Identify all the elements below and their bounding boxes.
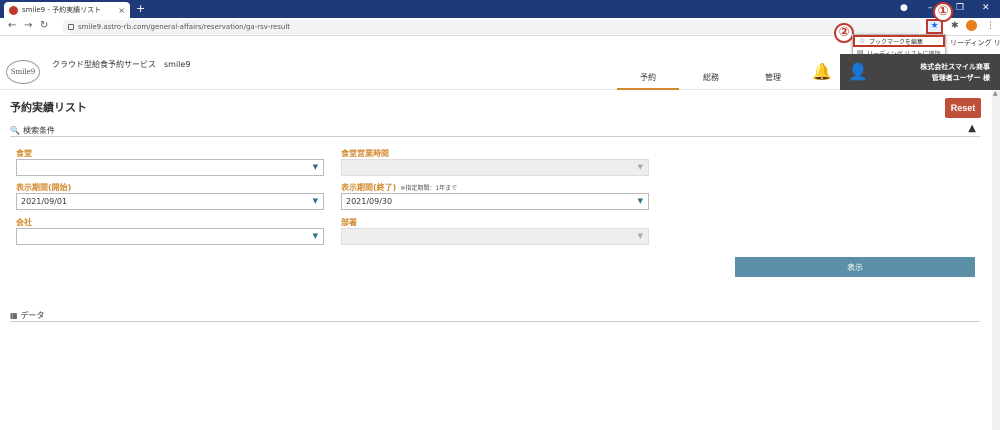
- reading-list-button[interactable]: リーディング リスト: [950, 38, 1000, 48]
- page-scrollbar[interactable]: [992, 90, 1000, 430]
- data-section-title: データ: [20, 311, 45, 320]
- lock-icon: [68, 24, 74, 30]
- reset-button[interactable]: Reset: [945, 98, 981, 118]
- hours-label: 食堂営業時間: [341, 149, 389, 158]
- window-close-icon[interactable]: ✕: [982, 3, 990, 13]
- user-company: 株式会社スマイル商事: [920, 63, 990, 71]
- reload-icon[interactable]: ↻: [40, 20, 48, 31]
- star-outline-icon: ☆: [859, 37, 866, 45]
- bell-icon[interactable]: 🔔: [812, 62, 832, 81]
- chevron-down-icon: ▼: [637, 197, 643, 205]
- browser-tab[interactable]: smile9 - 予約実績リスト ×: [4, 2, 130, 18]
- end-date-label-text: 表示期間(終了): [341, 183, 397, 192]
- department-select[interactable]: ▼: [341, 228, 649, 245]
- tab-title: smile9 - 予約実績リスト: [22, 6, 102, 14]
- show-button[interactable]: 表示: [735, 257, 975, 277]
- data-section-header: ▦ データ: [10, 310, 980, 322]
- page-title: 予約実績リスト: [10, 101, 87, 114]
- start-date-label: 表示期間(開始): [16, 183, 72, 192]
- chevron-down-icon: ▼: [637, 163, 643, 171]
- callout-2: ②: [834, 23, 854, 43]
- company-label: 会社: [16, 218, 32, 227]
- end-date-value: 2021/09/30: [346, 197, 393, 206]
- search-section-header[interactable]: 🔍 検索条件 ▲: [10, 123, 980, 137]
- user-avatar-icon: 👤: [848, 62, 868, 81]
- search-section-title: 検索条件: [22, 126, 55, 135]
- back-icon[interactable]: ←: [8, 20, 16, 31]
- end-date-label: 表示期間(終了) ※指定期間：1年まで: [341, 182, 457, 193]
- nav-tab-general-affairs[interactable]: 総務: [680, 72, 742, 90]
- site-favicon-icon: [9, 5, 18, 15]
- restore-icon[interactable]: ❐: [956, 3, 964, 13]
- chevron-down-icon: ▼: [312, 232, 318, 240]
- department-label: 部署: [341, 218, 357, 227]
- forward-icon[interactable]: →: [24, 20, 32, 31]
- nav-tab-admin[interactable]: 管理: [742, 72, 804, 90]
- app-header: Smile9 クラウド型給食予約サービス smile9 予約 総務 管理 🔔 👤…: [0, 54, 1000, 90]
- callout-1: ①: [933, 2, 953, 22]
- chevron-down-icon: ▼: [312, 197, 318, 205]
- extensions-icon[interactable]: ✱: [951, 21, 959, 31]
- company-select[interactable]: ▼: [16, 228, 324, 245]
- profile-icon[interactable]: ●: [900, 3, 908, 13]
- tab-close-icon[interactable]: ×: [118, 6, 125, 15]
- search-icon: 🔍: [10, 126, 20, 135]
- browser-tabbar: smile9 - 予約実績リスト × + ● – ❐ ✕: [0, 0, 1000, 18]
- edit-bookmark-label: ブックマークを編集: [869, 38, 924, 46]
- start-date-select[interactable]: 2021/09/01 ▼: [16, 193, 324, 210]
- start-date-value: 2021/09/01: [21, 197, 68, 206]
- end-date-select[interactable]: 2021/09/30 ▼: [341, 193, 649, 210]
- edit-bookmark-item[interactable]: ☆ ブックマークを編集: [853, 35, 945, 47]
- menu-kebab-icon[interactable]: ⋮: [986, 21, 995, 31]
- user-menu[interactable]: 👤 株式会社スマイル商事 管理者ユーザー 様: [840, 54, 1000, 90]
- chevron-down-icon: ▼: [312, 163, 318, 171]
- scroll-up-icon[interactable]: ▲: [993, 90, 998, 97]
- nav-tab-reservation[interactable]: 予約: [617, 72, 679, 90]
- table-icon: ▦: [10, 311, 18, 320]
- app-logo[interactable]: Smile9: [6, 60, 40, 84]
- account-avatar-icon[interactable]: [966, 20, 977, 31]
- cafeteria-select[interactable]: ▼: [16, 159, 324, 176]
- chevron-up-icon[interactable]: ▲: [968, 123, 976, 134]
- minimize-icon[interactable]: –: [928, 3, 933, 13]
- chevron-down-icon: ▼: [637, 232, 643, 240]
- end-date-note: ※指定期間：1年まで: [400, 185, 458, 192]
- url-text: smile9.astro-rb.com/general-affairs/rese…: [78, 23, 291, 31]
- user-name: 管理者ユーザー 様: [931, 74, 990, 82]
- service-name: クラウド型給食予約サービス smile9: [52, 60, 191, 69]
- hours-select[interactable]: ▼: [341, 159, 649, 176]
- cafeteria-label: 食堂: [16, 149, 32, 158]
- address-bar[interactable]: smile9.astro-rb.com/general-affairs/rese…: [62, 20, 922, 34]
- new-tab-button[interactable]: +: [136, 2, 145, 15]
